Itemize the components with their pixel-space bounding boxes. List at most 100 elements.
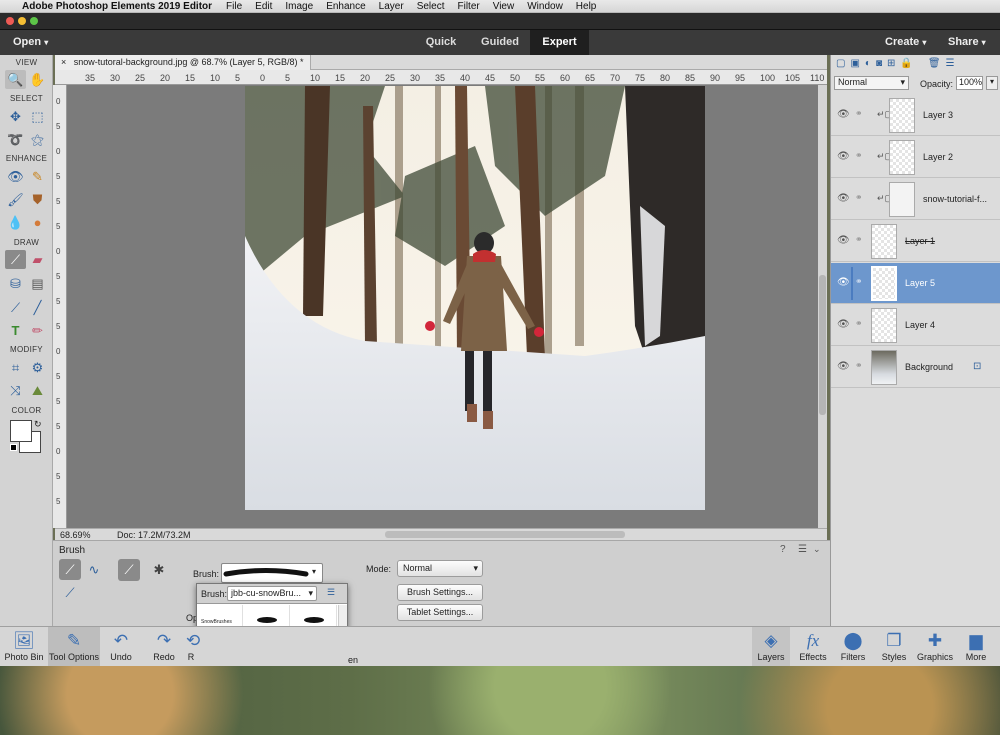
eye-icon[interactable]: 👁 — [837, 277, 850, 288]
layer-row-layer-2[interactable]: 👁 ⚭ ↵▢ Layer 2 — [831, 137, 1000, 178]
lock-transparent-icon[interactable]: ⊞ — [887, 58, 900, 69]
styles-button[interactable]: ❐ Styles — [876, 627, 912, 667]
redo-button[interactable]: ↷ Redo — [147, 627, 181, 667]
menu-file[interactable]: File — [226, 1, 242, 12]
link-icon[interactable]: ⚭ — [855, 360, 863, 371]
move-tool-icon[interactable]: ✥ — [5, 107, 26, 126]
mask-icon[interactable]: ◙ — [876, 58, 887, 69]
tab-guided[interactable]: Guided — [472, 30, 528, 55]
link-icon[interactable]: ⚭ — [855, 192, 863, 203]
layer-row-layer-1[interactable]: 👁 ⚭ Layer 1 — [831, 221, 1000, 262]
hand-tool-icon[interactable]: ✋ — [27, 70, 48, 89]
color-replacement-brush-icon[interactable]: ⟋ — [59, 582, 81, 603]
layer-row-snow-tutorial[interactable]: 👁 ⚭ ↵▢ snow-tutorial-f... — [831, 179, 1000, 220]
brush-set-select[interactable]: jbb-cu-snowBru... ▾ — [227, 586, 317, 601]
brush-mode-icon[interactable]: ⟋ — [59, 559, 81, 580]
menu-select[interactable]: Select — [417, 1, 445, 12]
menu-window[interactable]: Window — [527, 1, 563, 12]
share-button[interactable]: Share ▾ — [948, 36, 986, 48]
eye-icon[interactable]: 👁 — [837, 151, 850, 162]
eye-icon[interactable]: 👁 — [837, 193, 850, 204]
graphics-button[interactable]: ✚ Graphics — [915, 627, 955, 667]
minimize-window-button[interactable] — [18, 17, 26, 25]
zoom-readout[interactable]: 68.69% — [60, 530, 91, 540]
horizontal-scrollbar[interactable] — [385, 531, 625, 538]
layers-button[interactable]: ◈ Layers — [752, 627, 790, 667]
menu-enhance[interactable]: Enhance — [326, 1, 365, 12]
pencil-tool-icon[interactable]: ✏ — [27, 321, 48, 340]
tab-quick[interactable]: Quick — [414, 30, 468, 55]
link-icon[interactable]: ⚭ — [855, 234, 863, 245]
brush-tool-icon[interactable]: ⟋ — [5, 250, 26, 269]
brush-picker[interactable]: ▾ — [221, 563, 323, 583]
menu-edit[interactable]: Edit — [255, 1, 272, 12]
opacity-input[interactable]: 100% — [956, 76, 983, 90]
lock-icon[interactable]: ⊡ — [973, 361, 981, 372]
help-icon[interactable]: ? — [780, 544, 786, 555]
panel-menu-icon[interactable]: ☰ — [946, 58, 960, 69]
opacity-stepper[interactable]: ▾ — [986, 76, 998, 90]
brush-popup-menu-icon[interactable]: ☰ — [327, 587, 335, 598]
layer-row-background[interactable]: 👁 ⚭ Background ⊡ — [831, 347, 1000, 388]
new-group-icon[interactable]: ▣ — [850, 58, 864, 69]
eyedropper-tool-icon[interactable]: ⟋ — [5, 298, 26, 317]
layer-row-layer-5[interactable]: 👁 ⚭ Layer 5 — [831, 263, 1000, 304]
close-tab-icon[interactable]: × — [61, 57, 66, 67]
line-tool-icon[interactable]: ╱ — [27, 298, 48, 317]
crop-tool-icon[interactable]: ⌗ — [5, 358, 26, 377]
doc-size-readout[interactable]: Doc: 17.2M/73.2M — [117, 530, 191, 540]
clone-stamp-tool-icon[interactable]: ⛊ — [27, 190, 48, 209]
close-window-button[interactable] — [6, 17, 14, 25]
menu-help[interactable]: Help — [576, 1, 597, 12]
eraser-tool-icon[interactable]: ▰ — [27, 250, 48, 269]
tablet-settings-button[interactable]: Tablet Settings... — [397, 604, 483, 621]
create-button[interactable]: Create ▾ — [885, 36, 926, 48]
document-image[interactable] — [245, 86, 705, 510]
app-name[interactable]: Adobe Photoshop Elements 2019 Editor — [22, 1, 212, 12]
eye-icon[interactable]: 👁 — [837, 361, 850, 372]
more-button[interactable]: ▆ More — [958, 627, 994, 667]
trash-icon[interactable]: 🗑 — [928, 58, 946, 69]
adjustment-layer-icon[interactable]: ◐ — [865, 58, 876, 69]
link-icon[interactable]: ⚭ — [855, 150, 863, 161]
eye-icon[interactable]: 👁 — [837, 235, 850, 246]
collapse-icon[interactable]: ⌄ — [813, 544, 821, 555]
lock-all-icon[interactable]: 🔒 — [900, 58, 917, 69]
new-layer-icon[interactable]: ▢ — [836, 58, 850, 69]
paint-bucket-tool-icon[interactable]: ⛁ — [5, 274, 26, 293]
link-icon[interactable]: ⚭ — [855, 318, 863, 329]
layer-row-layer-3[interactable]: 👁 ⚭ ↵▢ Layer 3 — [831, 95, 1000, 136]
recompose-tool-icon[interactable]: ⚙ — [27, 358, 48, 377]
link-icon[interactable]: ⚭ — [855, 108, 863, 119]
panel-menu-icon[interactable]: ☰ — [798, 544, 807, 555]
layer-row-layer-4[interactable]: 👁 ⚭ Layer 4 — [831, 305, 1000, 346]
link-icon[interactable]: ⚭ — [855, 276, 863, 287]
content-aware-move-tool-icon[interactable]: ⤨ — [5, 381, 26, 400]
menu-image[interactable]: Image — [285, 1, 313, 12]
foreground-color-swatch[interactable] — [10, 420, 32, 442]
impressionist-brush-icon[interactable]: ∿ — [83, 559, 105, 580]
filters-button[interactable]: ⬤ Filters — [835, 627, 871, 667]
swap-colors-icon[interactable]: ↻ — [34, 419, 42, 430]
menu-filter[interactable]: Filter — [457, 1, 479, 12]
straighten-tool-icon[interactable]: ⛰ — [27, 381, 48, 400]
default-colors-icon[interactable] — [10, 444, 17, 451]
blur-tool-icon[interactable]: 💧 — [5, 213, 26, 232]
magic-wand-tool-icon[interactable]: ⚝ — [27, 130, 48, 149]
type-tool-icon[interactable]: T — [5, 321, 26, 340]
sponge-tool-icon[interactable]: ● — [27, 213, 48, 232]
eye-icon[interactable]: 👁 — [837, 319, 850, 330]
marquee-tool-icon[interactable]: ⬚ — [27, 107, 48, 126]
tab-expert[interactable]: Expert — [530, 30, 589, 55]
blend-mode-select[interactable]: Normal ▾ — [834, 76, 909, 90]
rotate-button[interactable]: ⟲ R — [186, 627, 200, 667]
airbrush-off-icon[interactable]: ⟋ — [118, 559, 140, 581]
menu-view[interactable]: View — [493, 1, 515, 12]
effects-button[interactable]: fx Effects — [795, 627, 831, 667]
open-button[interactable]: Open ▾ — [13, 36, 48, 48]
document-tab[interactable]: × snow-tutoral-background.jpg @ 68.7% (L… — [55, 55, 311, 70]
eye-icon[interactable]: 👁 — [837, 109, 850, 120]
mode-select[interactable]: Normal ▾ — [397, 560, 483, 577]
spot-healing-tool-icon[interactable]: ✎ — [27, 167, 48, 186]
scroll-thumb[interactable] — [819, 275, 826, 415]
